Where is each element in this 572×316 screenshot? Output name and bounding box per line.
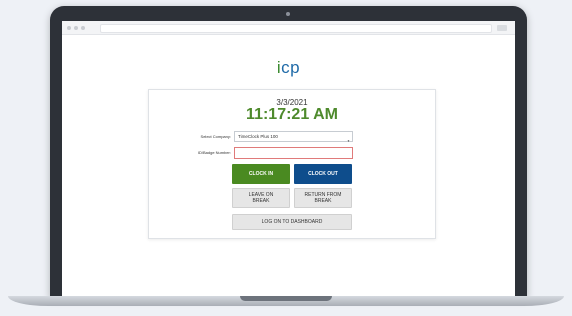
return-from-break-label: RETURN FROM BREAK	[304, 192, 342, 204]
company-logo: icp	[62, 58, 515, 78]
current-time: 11:17:21 AM	[246, 106, 338, 123]
camera-icon	[286, 12, 290, 16]
leave-on-break-button[interactable]: LEAVE ON BREAK	[232, 188, 290, 208]
company-label: Select Company:	[200, 134, 231, 139]
laptop-screen: icp 3/3/2021 11:17:21 AM Select Company:…	[62, 21, 515, 298]
logo-letters-cp: cp	[281, 58, 301, 77]
timeclock-card: 3/3/2021 11:17:21 AM Select Company: Tim…	[148, 89, 436, 239]
address-bar[interactable]	[100, 24, 492, 33]
laptop-base-notch	[240, 296, 332, 301]
browser-toolbar	[62, 21, 515, 35]
badge-label: ID/Badge Number:	[197, 150, 231, 155]
dashboard-login-button[interactable]: LOG ON TO DASHBOARD	[232, 214, 352, 230]
company-select[interactable]: TimeClock Plus 100 ▼	[234, 131, 353, 143]
laptop-lid: icp 3/3/2021 11:17:21 AM Select Company:…	[50, 6, 527, 298]
chevron-down-icon: ▼	[347, 139, 350, 143]
clock-out-button[interactable]: CLOCK OUT	[294, 164, 352, 184]
clock-in-button[interactable]: CLOCK IN	[232, 164, 290, 184]
badge-number-input[interactable]	[234, 147, 353, 159]
extension-icon[interactable]	[497, 25, 507, 31]
window-minimize-icon[interactable]	[74, 26, 78, 30]
company-select-value: TimeClock Plus 100	[238, 134, 278, 139]
leave-on-break-label: LEAVE ON BREAK	[248, 192, 274, 204]
return-from-break-button[interactable]: RETURN FROM BREAK	[294, 188, 352, 208]
window-close-icon[interactable]	[67, 26, 71, 30]
window-maximize-icon[interactable]	[81, 26, 85, 30]
